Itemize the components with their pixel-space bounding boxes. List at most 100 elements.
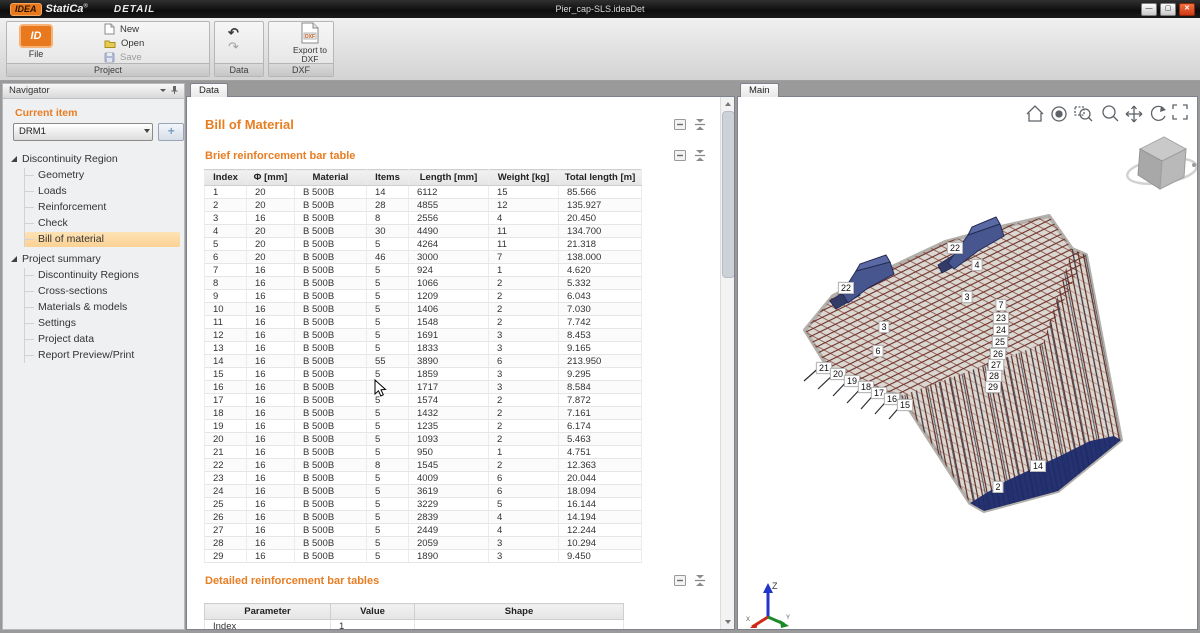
svg-text:X: X	[746, 617, 750, 623]
table-cell: 4490	[409, 225, 489, 238]
table-cell: 1406	[409, 303, 489, 316]
maximize-button[interactable]: ▢	[1160, 3, 1176, 16]
table-cell: 16	[247, 459, 295, 472]
document-title: Pier_cap-SLS.ideaDet	[0, 4, 1200, 14]
table-cell: 25	[205, 498, 247, 511]
table-cell: 4	[489, 511, 559, 524]
table-cell: 5	[205, 238, 247, 251]
navigator-tree: Discontinuity RegionGeometryLoadsReinfor…	[11, 151, 182, 363]
expander-icon[interactable]	[11, 256, 17, 262]
table-cell: 5	[367, 485, 409, 498]
table-cell: 85.566	[559, 186, 642, 199]
nav-item-check[interactable]: Check	[25, 216, 180, 231]
nav-item-geometry[interactable]: Geometry	[25, 168, 180, 183]
table-cell: 12	[489, 199, 559, 212]
nav-item-cross-sections[interactable]: Cross-sections	[25, 284, 180, 299]
table-cell: 27	[205, 524, 247, 537]
rebar-group-label: 6	[872, 345, 883, 357]
nav-item-discontinuity-regions[interactable]: Discontinuity Regions	[25, 268, 180, 283]
new-document-icon	[104, 23, 115, 35]
tab-data[interactable]: Data	[190, 83, 228, 97]
table-cell: 14.194	[559, 511, 642, 524]
table-row: 2116B 500B595014.751	[205, 446, 642, 459]
export-dxf-button[interactable]: DXF Export to DXF	[288, 22, 332, 64]
table-row: Index1	[205, 620, 624, 631]
table-cell: B 500B	[295, 459, 367, 472]
tab-main[interactable]: Main	[740, 83, 779, 97]
new-button[interactable]: New	[104, 22, 174, 36]
scroll-down-button[interactable]	[721, 616, 734, 629]
vertical-scrollbar[interactable]	[720, 97, 734, 629]
home-icon[interactable]	[1027, 106, 1043, 121]
undo-button[interactable]: ↶	[228, 26, 239, 40]
nav-section-project-summary[interactable]: Project summary	[11, 251, 182, 267]
view-icon[interactable]	[1052, 107, 1066, 121]
rotate-icon[interactable]	[1152, 106, 1166, 120]
table-cell: 22	[205, 459, 247, 472]
section-controls	[674, 119, 706, 130]
nav-item-reinforcement[interactable]: Reinforcement	[25, 200, 180, 215]
fit-view-icon[interactable]	[1173, 105, 1187, 119]
table-cell: 3	[489, 329, 559, 342]
nav-item-settings[interactable]: Settings	[25, 316, 180, 331]
table-cell: 1	[489, 446, 559, 459]
table-cell: 6112	[409, 186, 489, 199]
table-cell: 134.700	[559, 225, 642, 238]
table-cell: 21	[205, 446, 247, 459]
table-cell: 5.463	[559, 433, 642, 446]
table-cell: 5	[367, 433, 409, 446]
collapse-section-button[interactable]	[674, 575, 686, 586]
table-cell: 46	[367, 251, 409, 264]
table-row: 420B 500B30449011134.700	[205, 225, 642, 238]
collapse-section-button[interactable]	[674, 150, 686, 161]
3d-viewport[interactable]: Z X Y 2242233672324252627282921201918171…	[737, 96, 1198, 630]
navigator-header[interactable]: Navigator	[3, 84, 184, 99]
redo-button[interactable]: ↷	[228, 40, 239, 54]
table-cell: 16	[247, 368, 295, 381]
current-item-select[interactable]: DRM1	[13, 123, 153, 141]
table-cell: B 500B	[295, 290, 367, 303]
open-button[interactable]: Open	[104, 36, 174, 50]
nav-item-bill-of-material[interactable]: Bill of material	[25, 232, 180, 247]
scroll-up-button[interactable]	[721, 97, 734, 110]
table-cell: 3229	[409, 498, 489, 511]
table-row: 816B 500B5106625.332	[205, 277, 642, 290]
zoom-icon[interactable]	[1103, 106, 1118, 121]
table-cell: 135.927	[559, 199, 642, 212]
scrollbar-thumb[interactable]	[722, 111, 735, 278]
panel-menu-pin-icons[interactable]	[158, 84, 180, 96]
nav-section-discontinuity-region[interactable]: Discontinuity Region	[11, 151, 182, 167]
collapse-all-button[interactable]	[694, 150, 706, 161]
nav-item-project-data[interactable]: Project data	[25, 332, 180, 347]
table-cell: 213.950	[559, 355, 642, 368]
navigation-cube[interactable]	[1126, 137, 1197, 189]
minimize-button[interactable]: —	[1141, 3, 1157, 16]
save-button[interactable]: Save	[104, 50, 174, 64]
report-content: Bill of Material Brief reinforcement bar…	[186, 96, 735, 630]
expander-icon[interactable]	[11, 156, 17, 162]
table-cell: 16	[247, 381, 295, 394]
table-cell: 16	[247, 498, 295, 511]
table-cell: 3890	[409, 355, 489, 368]
main-panel: Main	[737, 83, 1198, 630]
collapse-all-button[interactable]	[694, 575, 706, 586]
nav-item-loads[interactable]: Loads	[25, 184, 180, 199]
collapse-all-button[interactable]	[694, 119, 706, 130]
table-row: 2516B 500B53229516.144	[205, 498, 642, 511]
ribbon-group-dxf-label: DXF	[269, 63, 333, 76]
column-header: Parameter	[205, 604, 331, 620]
save-floppy-icon	[104, 52, 115, 63]
rebar-group-label: 22	[947, 242, 963, 254]
nav-item-materials-models[interactable]: Materials & models	[25, 300, 180, 315]
table-cell: 9.165	[559, 342, 642, 355]
svg-text:Z: Z	[772, 581, 778, 591]
pan-icon[interactable]	[1126, 106, 1142, 122]
table-cell: 16	[247, 394, 295, 407]
nav-item-report-preview-print[interactable]: Report Preview/Print	[25, 348, 180, 363]
add-item-button[interactable]: +	[158, 123, 184, 141]
close-button[interactable]: ✕	[1179, 3, 1195, 16]
table-cell: 12.244	[559, 524, 642, 537]
zoom-window-icon[interactable]	[1075, 107, 1092, 121]
file-button[interactable]: ID File	[14, 24, 58, 60]
collapse-section-button[interactable]	[674, 119, 686, 130]
